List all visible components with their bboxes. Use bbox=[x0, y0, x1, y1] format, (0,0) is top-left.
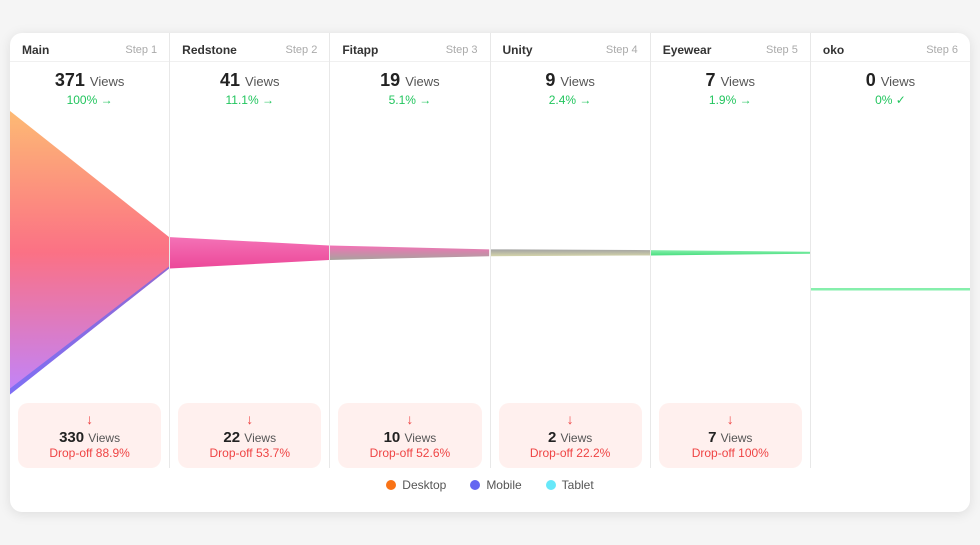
funnel-visual-4 bbox=[651, 111, 810, 395]
step-num-1: Step 2 bbox=[286, 44, 318, 56]
dropoff-box-2: ↓ 10 ViewsDrop-off 52.6% bbox=[338, 403, 481, 468]
dropoff-pct-1: Drop-off 53.7% bbox=[188, 446, 311, 460]
legend-item-mobile: Mobile bbox=[470, 478, 521, 492]
legend-dot-tablet bbox=[546, 480, 556, 490]
step-stats-1: 41 Views 11.1% → bbox=[170, 62, 329, 111]
dropoff-views-2: 10 Views bbox=[348, 429, 471, 446]
dropoff-arrow-4: ↓ bbox=[669, 411, 792, 427]
funnel-visual-5 bbox=[811, 111, 970, 468]
step-pct-1: 11.1% → bbox=[182, 93, 317, 107]
dropoff-views-0: 330 Views bbox=[28, 429, 151, 446]
step-col-1: Redstone Step 2 41 Views 11.1% → ↓ 22 ViewsDr… bbox=[170, 33, 330, 468]
funnel-container: MainStep 1371 Views100% →↓330 ViewsDrop-… bbox=[10, 33, 970, 512]
dropoff-box-0: ↓ 330 ViewsDrop-off 88.9% bbox=[18, 403, 161, 468]
dropoff-pct-0: Drop-off 88.9% bbox=[28, 446, 151, 460]
legend-label-tablet: Tablet bbox=[562, 478, 594, 492]
step-header-5: oko Step 6 bbox=[811, 33, 970, 62]
step-pct-5: 0% ✓ bbox=[823, 93, 958, 107]
step-num-0: Step 1 bbox=[125, 44, 157, 56]
step-stats-2: 19 Views 5.1% → bbox=[330, 62, 489, 111]
dropoff-views-1: 22 Views bbox=[188, 429, 311, 446]
step-col-4: EyewearStep 57 Views1.9% →↓7 ViewsDrop-o… bbox=[651, 33, 811, 468]
step-header-4: Eyewear Step 5 bbox=[651, 33, 810, 62]
dropoff-views-4: 7 Views bbox=[669, 429, 792, 446]
step-pct-2: 5.1% → bbox=[342, 93, 477, 107]
funnel-visual-3 bbox=[491, 111, 650, 395]
step-views-4: 7 Views bbox=[663, 70, 798, 91]
legend: Desktop Mobile Tablet bbox=[10, 468, 970, 496]
step-views-3: 9 Views bbox=[503, 70, 638, 91]
step-name-3: Unity bbox=[503, 43, 533, 57]
step-col-3: Unity Step 4 9 Views 2.4% → ↓ 2 ViewsDrop-off… bbox=[491, 33, 651, 468]
legend-label-mobile: Mobile bbox=[486, 478, 521, 492]
dropoff-pct-4: Drop-off 100% bbox=[669, 446, 792, 460]
funnel-visual-1 bbox=[170, 111, 329, 395]
dropoff-arrow-2: ↓ bbox=[348, 411, 471, 427]
step-name-2: Fitapp bbox=[342, 43, 378, 57]
step-pct-0: 100% → bbox=[22, 93, 157, 107]
step-header-1: Redstone Step 2 bbox=[170, 33, 329, 62]
step-name-4: Eyewear bbox=[663, 43, 712, 57]
step-col-0: Main Step 1 371 Views 100% → ↓ 330 ViewsDrop-… bbox=[10, 33, 170, 468]
funnel-chart: MainStep 1371 Views100% →↓330 ViewsDrop-… bbox=[10, 33, 970, 468]
step-header-3: Unity Step 4 bbox=[491, 33, 650, 62]
step-stats-4: 7 Views 1.9% → bbox=[651, 62, 810, 111]
dropoff-box-4: ↓ 7 ViewsDrop-off 100% bbox=[659, 403, 802, 468]
step-views-2: 19 Views bbox=[342, 70, 477, 91]
step-col-2: Fitapp Step 3 19 Views 5.1% → ↓ 10 ViewsDrop-… bbox=[330, 33, 490, 468]
step-stats-3: 9 Views 2.4% → bbox=[491, 62, 650, 111]
dropoff-arrow-3: ↓ bbox=[509, 411, 632, 427]
step-stats-5: 0 Views 0% ✓ bbox=[811, 62, 970, 111]
legend-dot-mobile bbox=[470, 480, 480, 490]
step-name-1: Redstone bbox=[182, 43, 237, 57]
step-col-5: oko Step 6 0 Views 0% ✓ bbox=[811, 33, 970, 468]
funnel-visual-2 bbox=[330, 111, 489, 395]
funnel-visual-0 bbox=[10, 111, 169, 395]
step-num-2: Step 3 bbox=[446, 44, 478, 56]
dropoff-pct-3: Drop-off 22.2% bbox=[509, 446, 632, 460]
legend-dot-desktop bbox=[386, 480, 396, 490]
dropoff-views-3: 2 Views bbox=[509, 429, 632, 446]
legend-label-desktop: Desktop bbox=[402, 478, 446, 492]
dropoff-pct-2: Drop-off 52.6% bbox=[348, 446, 471, 460]
dropoff-arrow-1: ↓ bbox=[188, 411, 311, 427]
dropoff-arrow-0: ↓ bbox=[28, 411, 151, 427]
step-views-5: 0 Views bbox=[823, 70, 958, 91]
step-views-0: 371 Views bbox=[22, 70, 157, 91]
dropoff-box-3: ↓ 2 ViewsDrop-off 22.2% bbox=[499, 403, 642, 468]
step-views-1: 41 Views bbox=[182, 70, 317, 91]
step-header-2: Fitapp Step 3 bbox=[330, 33, 489, 62]
step-num-3: Step 4 bbox=[606, 44, 638, 56]
step-name-5: oko bbox=[823, 43, 844, 57]
step-stats-0: 371 Views 100% → bbox=[10, 62, 169, 111]
step-num-5: Step 6 bbox=[926, 44, 958, 56]
step-pct-3: 2.4% → bbox=[503, 93, 638, 107]
step-name-0: Main bbox=[22, 43, 49, 57]
dropoff-box-1: ↓ 22 ViewsDrop-off 53.7% bbox=[178, 403, 321, 468]
step-num-4: Step 5 bbox=[766, 44, 798, 56]
legend-item-desktop: Desktop bbox=[386, 478, 446, 492]
step-header-0: Main Step 1 bbox=[10, 33, 169, 62]
legend-item-tablet: Tablet bbox=[546, 478, 594, 492]
step-pct-4: 1.9% → bbox=[663, 93, 798, 107]
